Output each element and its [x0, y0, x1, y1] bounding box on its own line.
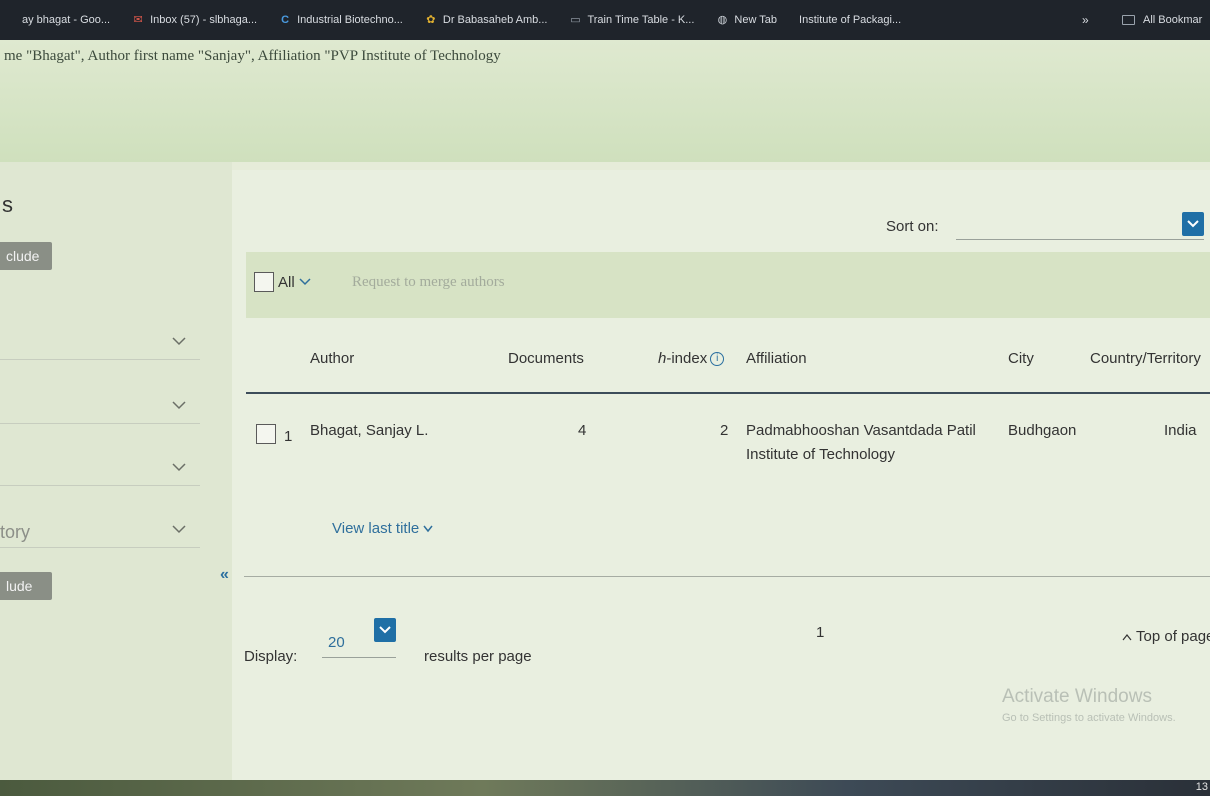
- chevron-up-icon: [1122, 633, 1132, 640]
- table-row: 1 Bhagat, Sanjay L. 4 2 Padmabhooshan Va…: [246, 410, 1210, 537]
- taskbar-clock: 13: [1195, 781, 1208, 793]
- bookmark-inbox[interactable]: ✉ Inbox (57) - slbhaga...: [132, 14, 257, 26]
- column-header-author[interactable]: Author: [310, 350, 354, 367]
- row-index: 1: [284, 428, 293, 445]
- sort-dropdown-button[interactable]: [1182, 212, 1204, 236]
- results-per-page-value: 20: [328, 634, 345, 651]
- documents-count[interactable]: 4: [578, 422, 586, 439]
- chevron-down-icon: [172, 463, 186, 472]
- column-header-h-index[interactable]: h -index i: [658, 350, 725, 367]
- select-all-control[interactable]: All: [254, 272, 311, 292]
- filter-row-3[interactable]: [0, 456, 200, 486]
- search-query-strip: me "Bhagat", Author first name "Sanjay",…: [0, 40, 1210, 162]
- bookmark-new-tab[interactable]: ◍ New Tab: [716, 14, 777, 26]
- folder-icon: [1122, 15, 1135, 25]
- column-header-documents[interactable]: Documents: [508, 350, 584, 367]
- affiliation-line-1: Padmabhooshan Vasantdada Patil: [746, 422, 976, 439]
- affiliation-line-2: Institute of Technology: [746, 446, 895, 463]
- c-logo-icon: C: [281, 14, 290, 26]
- results-per-page-dropdown-button[interactable]: [374, 618, 396, 642]
- author-name-link[interactable]: Bhagat, Sanjay L.: [310, 422, 428, 439]
- bookmark-train-time-table[interactable]: ▭ Train Time Table - K...: [569, 14, 694, 26]
- info-icon[interactable]: i: [710, 351, 725, 366]
- bookmarks-bar: ay bhagat - Goo... ✉ Inbox (57) - slbhag…: [0, 0, 1210, 40]
- sort-label: Sort on:: [886, 218, 939, 235]
- display-label: Display:: [244, 648, 298, 665]
- collapse-panel-icon[interactable]: «: [220, 566, 229, 584]
- bookmark-google-search[interactable]: ay bhagat - Goo...: [4, 14, 110, 26]
- chevron-down-icon: [172, 525, 186, 534]
- filter-row-country[interactable]: tory: [0, 518, 200, 548]
- refine-results-panel: s clude tory lude: [0, 162, 232, 780]
- bookmark-industrial-biotech[interactable]: C Industrial Biotechno...: [279, 14, 403, 26]
- bookmark-dr-babasaheb[interactable]: ✿ Dr Babasaheb Amb...: [425, 14, 547, 26]
- google-icon: [4, 14, 16, 26]
- chevron-down-icon: [172, 337, 186, 346]
- row-checkbox[interactable]: [256, 424, 276, 444]
- university-icon: ✿: [426, 14, 436, 26]
- filter-row-1[interactable]: [0, 330, 200, 360]
- gmail-icon: ✉: [133, 14, 143, 26]
- column-header-affiliation[interactable]: Affiliation: [746, 350, 807, 367]
- view-last-title-link[interactable]: View last title: [332, 520, 433, 537]
- city-value: Budhgaon: [1008, 422, 1077, 439]
- sort-select[interactable]: [956, 210, 1204, 240]
- include-button-bottom[interactable]: lude: [0, 572, 52, 600]
- filter-row-2[interactable]: [0, 394, 200, 424]
- chevron-down-icon: [379, 626, 391, 634]
- column-header-city[interactable]: City: [1008, 350, 1034, 367]
- search-query-text: me "Bhagat", Author first name "Sanjay",…: [4, 48, 501, 64]
- column-header-country[interactable]: Country/Territory: [1090, 350, 1201, 367]
- bookmark-institute-packaging[interactable]: Institute of Packagi...: [799, 14, 901, 26]
- activate-windows-watermark: Activate Windows Go to Settings to activ…: [1002, 686, 1176, 724]
- results-per-page-select[interactable]: 20: [322, 618, 396, 658]
- include-button-top[interactable]: clude: [0, 242, 52, 270]
- row-divider: [244, 576, 1210, 577]
- results-per-page-label: results per page: [424, 648, 532, 665]
- refine-panel-title: s: [2, 192, 13, 217]
- pagination-page-1[interactable]: 1: [816, 624, 824, 641]
- select-all-checkbox[interactable]: [254, 272, 274, 292]
- chevron-down-icon: [423, 525, 433, 532]
- country-value: India: [1164, 422, 1197, 439]
- all-bookmarks-button[interactable]: All Bookmar: [1122, 0, 1202, 40]
- chevron-down-icon: [299, 278, 311, 286]
- results-toolbar: All Request to merge authors: [246, 252, 1210, 318]
- bookmarks-overflow-button[interactable]: »: [1082, 0, 1089, 40]
- taskbar: 13: [0, 780, 1210, 796]
- top-of-page-link[interactable]: Top of page: [1122, 628, 1210, 645]
- page-icon: ▭: [570, 14, 581, 26]
- h-index-value: 2: [720, 422, 729, 439]
- request-merge-authors-link[interactable]: Request to merge authors: [352, 274, 505, 291]
- header-divider: [246, 392, 1210, 394]
- chevron-down-icon: [1187, 220, 1199, 228]
- globe-icon: ◍: [717, 14, 728, 26]
- chevron-down-icon: [172, 401, 186, 410]
